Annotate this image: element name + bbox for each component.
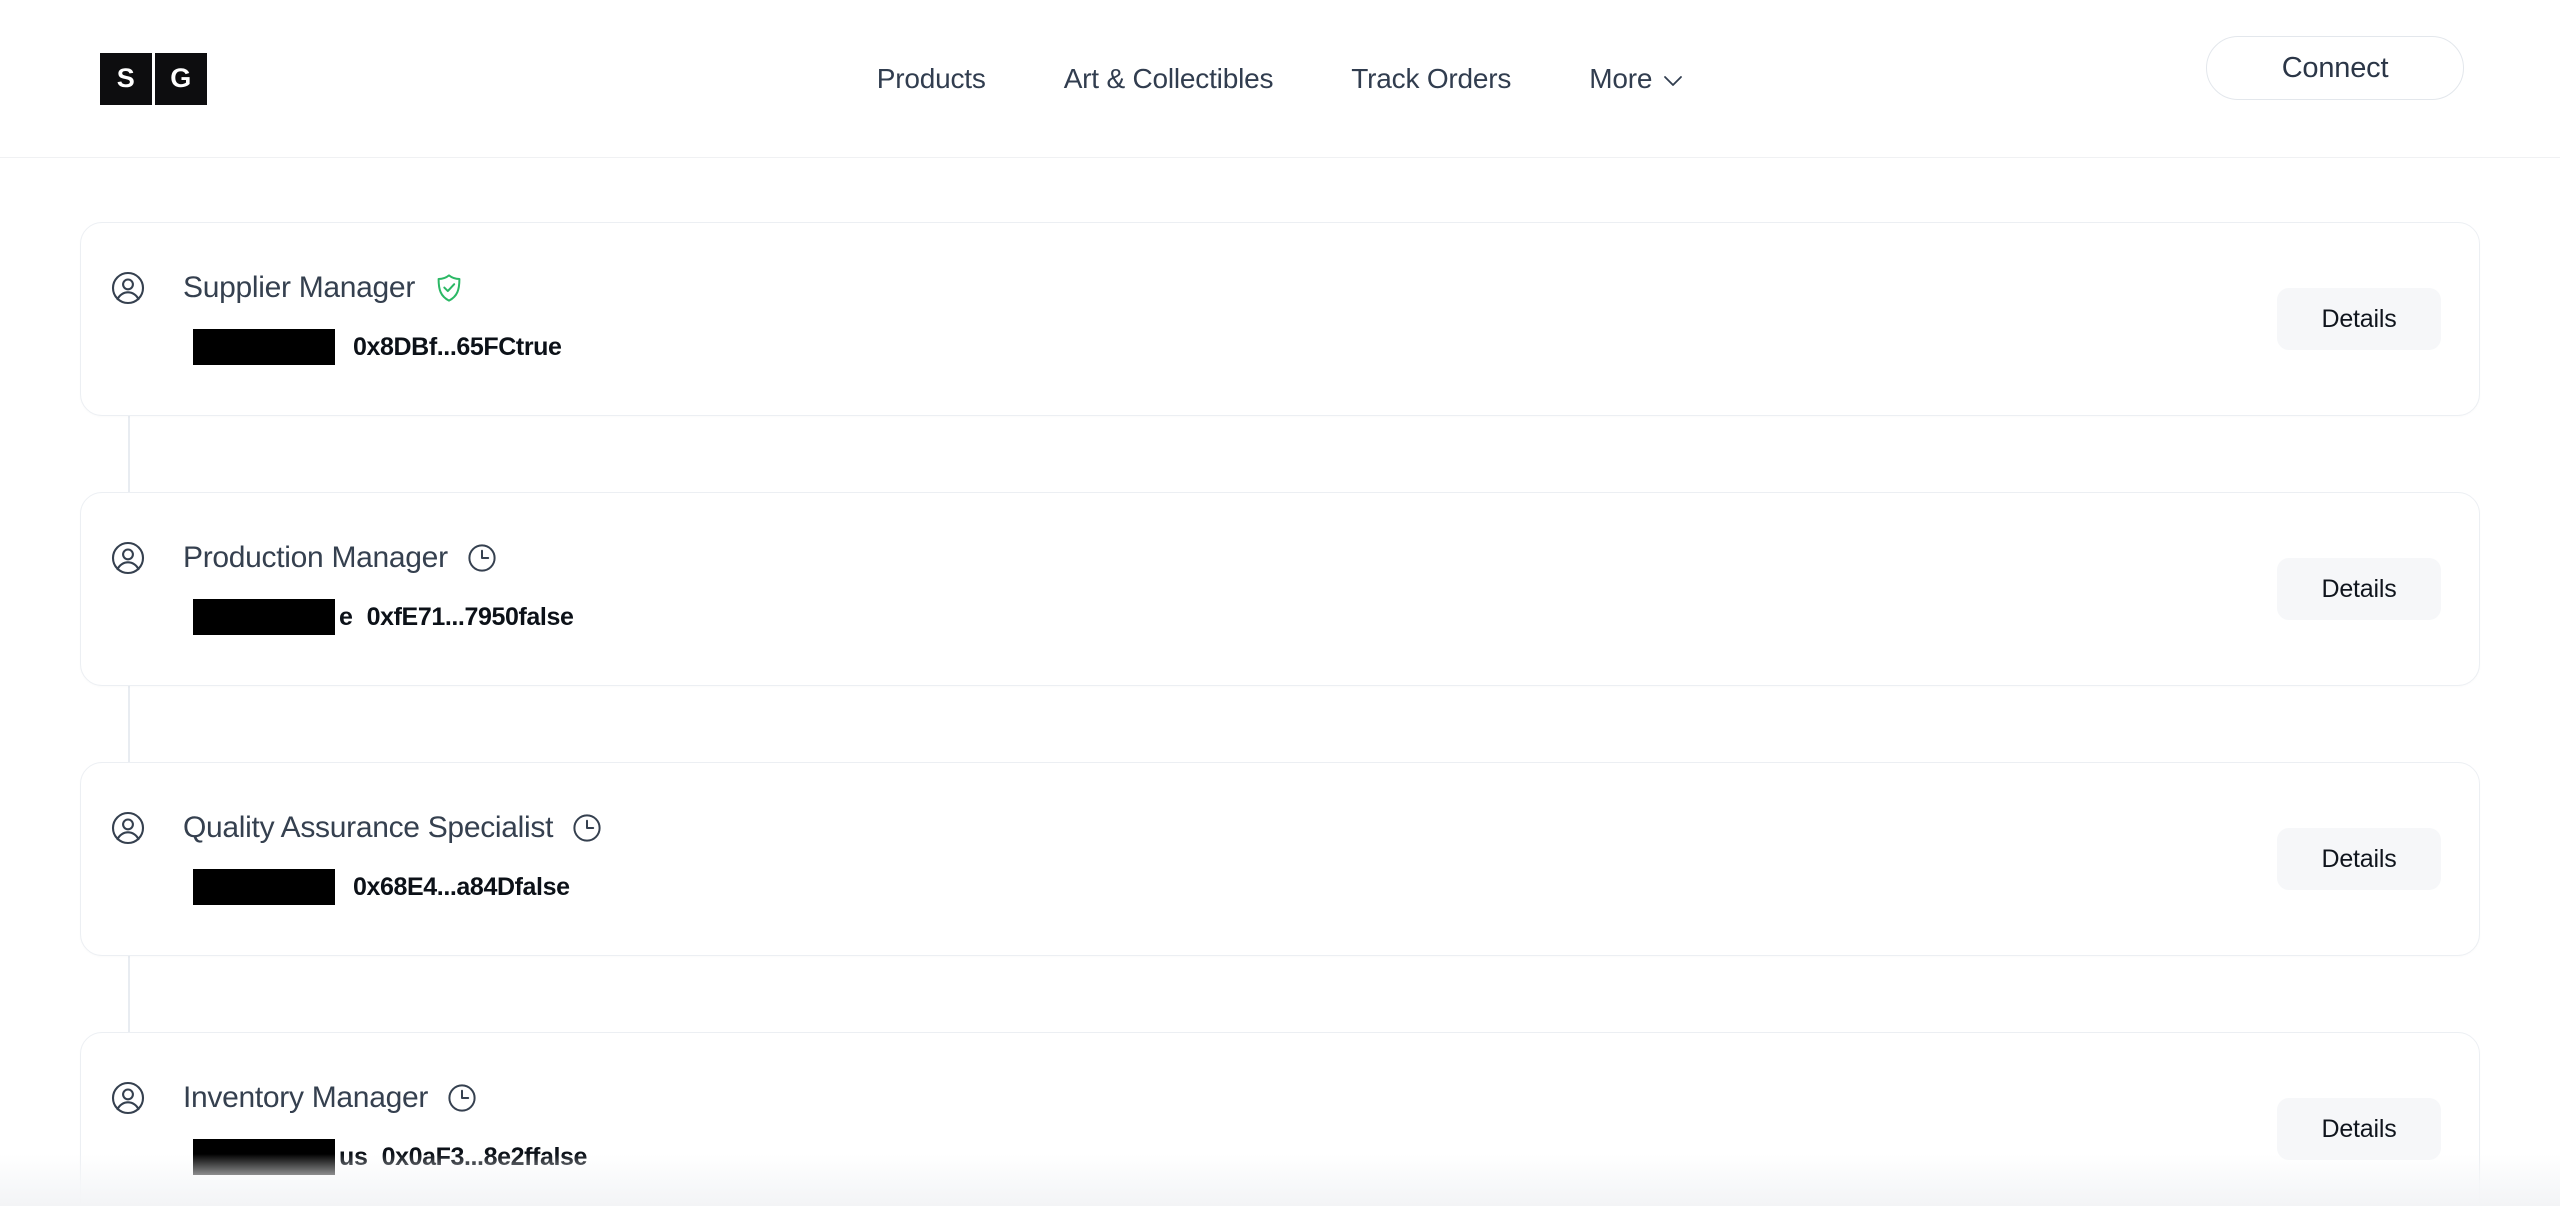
role-title: Production Manager — [183, 541, 448, 574]
clock-icon — [467, 543, 497, 573]
role-card-address-row: us 0x0aF3...8e2ffalse — [193, 1137, 587, 1177]
connect-wallet-button[interactable]: Connect — [2206, 36, 2464, 100]
role-card-header-row: Supplier Manager — [111, 271, 2277, 305]
role-title: Supplier Manager — [183, 271, 416, 304]
user-avatar-icon — [111, 1081, 145, 1115]
role-card[interactable]: Quality Assurance Specialist 0x68E4...a8… — [80, 762, 2480, 956]
role-card-header-row: Inventory Manager — [111, 1081, 2277, 1115]
wallet-address-and-flag: 0x68E4...a84Dfalse — [353, 872, 570, 901]
site-header: S G Products Art & Collectibles Track Or… — [0, 0, 2560, 158]
main-navigation: Products Art & Collectibles Track Orders… — [0, 63, 2560, 95]
redacted-tail-text: us — [339, 1142, 368, 1171]
logo[interactable]: S G — [100, 52, 207, 105]
nav-item-products[interactable]: Products — [877, 63, 986, 95]
redacted-tail-text: e — [339, 602, 353, 631]
role-card-header-row: Quality Assurance Specialist — [111, 811, 2277, 845]
role-card[interactable]: Production Manager e 0xfE71...7950false … — [80, 492, 2480, 686]
role-card-body: Inventory Manager us 0x0aF3...8e2ffalse — [81, 1033, 2277, 1206]
clock-icon — [572, 813, 602, 843]
user-avatar-icon — [111, 271, 145, 305]
wallet-address-and-flag: 0xfE71...7950false — [366, 602, 574, 631]
role-hierarchy-tree: Supplier Manager 0x8DBf...65FCtrue Detai… — [80, 222, 2480, 1206]
wallet-address-and-flag: 0x8DBf...65FCtrue — [353, 332, 562, 361]
role-title: Inventory Manager — [183, 1081, 429, 1114]
details-button[interactable]: Details — [2277, 828, 2441, 890]
clock-icon — [447, 1083, 477, 1113]
role-card-header-row: Production Manager — [111, 541, 2277, 575]
redacted-field — [193, 869, 335, 905]
role-card-body: Production Manager e 0xfE71...7950false — [81, 493, 2277, 685]
nav-label-track-orders: Track Orders — [1351, 62, 1512, 94]
user-avatar-icon — [111, 811, 145, 845]
logo-tile-s: S — [100, 52, 152, 105]
role-card-address-row: 0x68E4...a84Dfalse — [193, 867, 570, 907]
nav-item-art-collectibles[interactable]: Art & Collectibles — [1064, 63, 1274, 95]
role-card-body: Quality Assurance Specialist 0x68E4...a8… — [81, 763, 2277, 955]
details-button[interactable]: Details — [2277, 558, 2441, 620]
role-card-address-row: 0x8DBf...65FCtrue — [193, 327, 562, 367]
redacted-field — [193, 1139, 335, 1175]
nav-label-products: Products — [876, 62, 986, 94]
nav-label-more: More — [1589, 62, 1653, 94]
nav-label-art-collectibles: Art & Collectibles — [1063, 62, 1274, 94]
logo-tile-g: G — [155, 52, 207, 105]
main-content: Supplier Manager 0x8DBf...65FCtrue Detai… — [0, 158, 2560, 1206]
role-card[interactable]: Inventory Manager us 0x0aF3...8e2ffalse … — [80, 1032, 2480, 1206]
role-card[interactable]: Supplier Manager 0x8DBf...65FCtrue Detai… — [80, 222, 2480, 416]
user-avatar-icon — [111, 541, 145, 575]
role-title: Quality Assurance Specialist — [183, 811, 554, 844]
nav-item-more[interactable]: More — [1589, 63, 1683, 95]
nav-item-track-orders[interactable]: Track Orders — [1351, 63, 1511, 95]
shield-check-icon — [434, 273, 464, 303]
redacted-field — [193, 599, 335, 635]
redacted-field — [193, 329, 335, 365]
wallet-address-and-flag: 0x0aF3...8e2ffalse — [381, 1142, 588, 1171]
chevron-down-icon — [1663, 75, 1683, 87]
details-button[interactable]: Details — [2277, 1098, 2441, 1160]
role-card-body: Supplier Manager 0x8DBf...65FCtrue — [81, 223, 2277, 415]
details-button[interactable]: Details — [2277, 288, 2441, 350]
role-card-address-row: e 0xfE71...7950false — [193, 597, 574, 637]
